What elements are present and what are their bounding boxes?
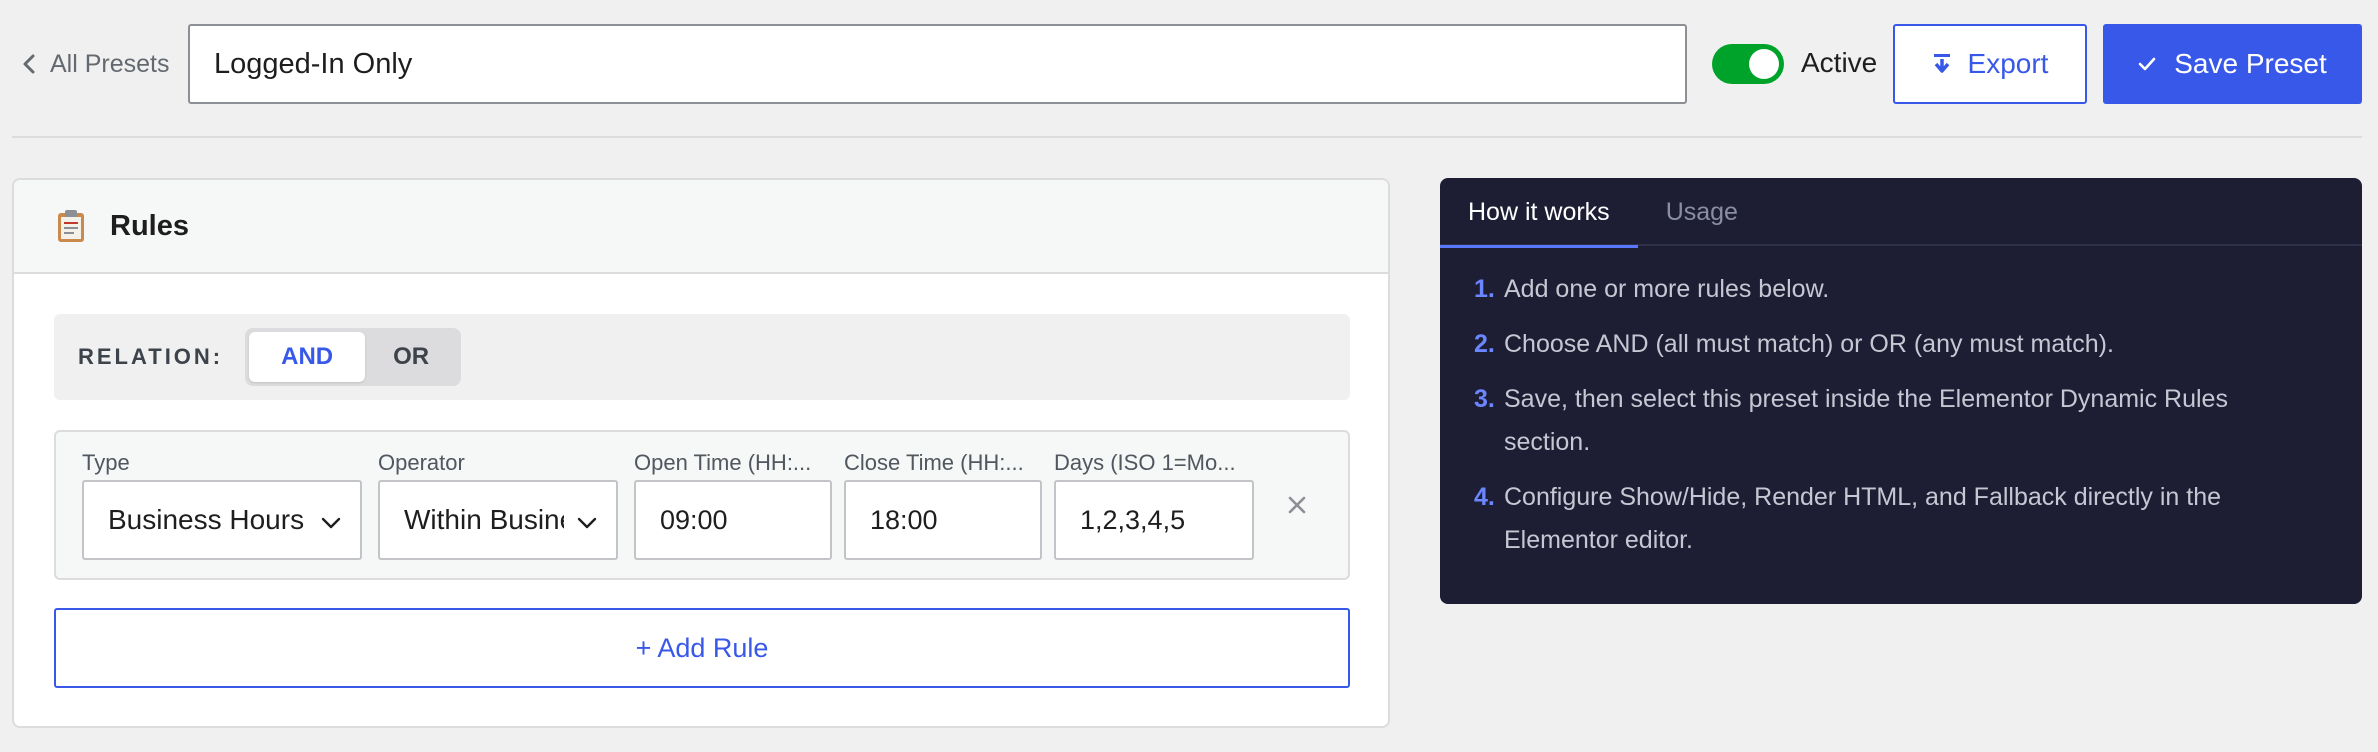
preset-name-input[interactable] — [188, 24, 1687, 104]
active-label: Active — [1801, 47, 1878, 78]
step-text: Save, then select this preset inside the… — [1504, 385, 2228, 456]
operator-select-value: Within Business Hours — [404, 504, 564, 535]
tab-usage[interactable]: Usage — [1666, 178, 1738, 246]
header-divider — [12, 136, 2362, 138]
days-label: Days (ISO 1=Mo... — [1054, 450, 1236, 475]
rules-title: Rules — [110, 209, 189, 242]
step-number: 2. — [1474, 330, 1495, 358]
close-icon — [1287, 495, 1307, 515]
clipboard-icon — [54, 208, 88, 244]
type-label: Type — [82, 450, 130, 475]
help-panel: How it works Usage 1. Add one or more ru… — [1440, 178, 2362, 604]
relation-or-button[interactable]: OR — [365, 332, 457, 382]
type-select-value: Business Hours — [108, 504, 305, 535]
relation-switch: AND OR — [245, 328, 462, 386]
operator-label: Operator — [378, 450, 465, 475]
step-number: 4. — [1474, 483, 1495, 511]
step-text: Configure Show/Hide, Render HTML, and Fa… — [1504, 483, 2222, 554]
chevron-down-icon — [320, 509, 342, 531]
export-button[interactable]: Export — [1893, 24, 2087, 104]
chevron-left-icon — [16, 51, 42, 77]
operator-select[interactable]: Within Business Hours — [378, 480, 618, 560]
relation-bar: RELATION: AND OR — [54, 314, 1350, 400]
step-number: 1. — [1474, 275, 1495, 303]
list-item: 3. Save, then select this preset inside … — [1474, 378, 2302, 464]
rules-panel: Rules RELATION: AND OR Type Business Hou… — [12, 178, 1390, 728]
tab-how-it-works[interactable]: How it works — [1440, 178, 1638, 248]
close-time-label: Close Time (HH:... — [844, 450, 1024, 475]
close-time-input[interactable]: 18:00 — [844, 480, 1042, 560]
remove-rule-button[interactable] — [1282, 490, 1312, 520]
days-input[interactable]: 1,2,3,4,5 — [1054, 480, 1254, 560]
active-toggle[interactable] — [1712, 44, 1784, 84]
step-text: Choose AND (all must match) or OR (any m… — [1504, 330, 2114, 358]
add-rule-button[interactable]: + Add Rule — [54, 608, 1350, 688]
step-text: Add one or more rules below. — [1504, 275, 1830, 303]
type-select[interactable]: Business Hours — [82, 480, 362, 560]
checkmark-icon — [2138, 56, 2156, 72]
open-time-input[interactable]: 09:00 — [634, 480, 832, 560]
toggle-knob — [1749, 49, 1779, 79]
step-number: 3. — [1474, 385, 1495, 413]
rule-row: Type Business Hours Operator Within Busi… — [54, 430, 1350, 580]
list-item: 1. Add one or more rules below. — [1474, 268, 2302, 311]
open-time-label: Open Time (HH:... — [634, 450, 812, 475]
list-item: 2. Choose AND (all must match) or OR (an… — [1474, 323, 2302, 366]
chevron-down-icon — [576, 509, 598, 531]
back-link-label: All Presets — [50, 49, 170, 78]
export-label: Export — [1967, 48, 2049, 79]
relation-label: RELATION: — [78, 344, 224, 369]
help-tabs: How it works Usage — [1440, 178, 2362, 248]
steps-list: 1. Add one or more rules below. 2. Choos… — [1440, 246, 2362, 562]
save-preset-label: Save Preset — [2174, 48, 2327, 79]
back-to-presets-link[interactable]: All Presets — [16, 46, 169, 82]
list-item: 4. Configure Show/Hide, Render HTML, and… — [1474, 476, 2302, 562]
download-arrow-icon — [1932, 52, 1952, 76]
relation-and-button[interactable]: AND — [249, 332, 366, 382]
rules-panel-header: Rules — [14, 180, 1388, 274]
top-bar: All Presets Active Export Save Preset — [0, 0, 2378, 136]
save-preset-button[interactable]: Save Preset — [2103, 24, 2362, 104]
